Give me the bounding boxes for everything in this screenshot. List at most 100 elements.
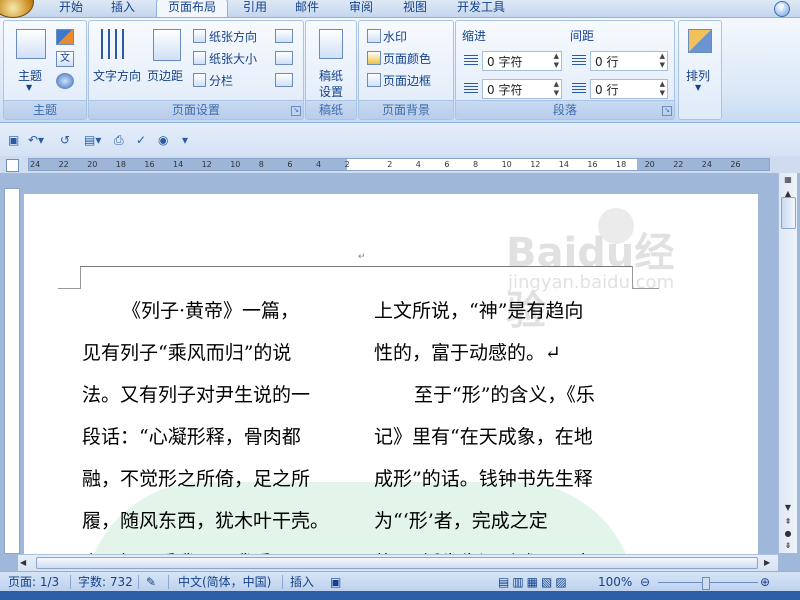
circle-icon[interactable]: ◉ (158, 133, 168, 147)
group-paragraph: 缩进 间距 0 字符 ▲ ▼ 0 字符 ▲ ▼ 0 行 ▲ ▼ 0 行 ▲ ▼ 段落 ↘ (455, 20, 675, 120)
manuscript-button-line1[interactable]: 稿纸 (319, 67, 343, 84)
group-manuscript: 稿纸 设置 稿纸 (305, 20, 357, 120)
arrange-icon[interactable] (688, 29, 712, 53)
repeat-icon[interactable]: ↺ (60, 133, 70, 147)
document-page[interactable]: ↵ Baidu经验 jingyan.baidu.com 《列子·黄帝》一篇， 见有… (24, 194, 758, 554)
scroll-down-icon[interactable]: ▼ (780, 503, 796, 512)
spelling-icon[interactable]: ✓ (136, 133, 146, 147)
text-direction-icon[interactable] (101, 29, 129, 59)
themes-button[interactable]: 主题 (18, 67, 42, 84)
manuscript-button-line2[interactable]: 设置 (319, 83, 343, 100)
hyphenation-icon[interactable] (275, 73, 293, 87)
spacing-after-value: 0 行 (595, 83, 619, 97)
watermark-icon[interactable] (367, 29, 381, 43)
theme-fonts-icon[interactable]: 文 (56, 51, 74, 67)
orientation-button[interactable]: 纸张方向 (209, 28, 257, 45)
text-direction-button[interactable]: 文字方向 (93, 67, 141, 84)
page-color-icon[interactable] (367, 51, 381, 65)
line-numbers-icon[interactable] (275, 51, 293, 65)
view-buttons[interactable]: ▤▥▦▧▨ (498, 574, 570, 590)
spacing-after-input[interactable]: 0 行 ▲ ▼ (590, 79, 668, 99)
indent-label: 缩进 (462, 29, 487, 43)
customize-toolbar-icon[interactable]: ▾ (182, 133, 188, 147)
page-borders-button[interactable]: 页面边框 (383, 72, 431, 89)
scroll-left-icon[interactable]: ◀ (20, 558, 26, 567)
scroll-right-icon[interactable]: ▶ (764, 558, 770, 567)
margins-icon[interactable] (153, 29, 181, 61)
header-paragraph-mark: ↵ (358, 252, 366, 262)
indent-left-input[interactable]: 0 字符 ▲ ▼ (482, 51, 562, 71)
watermark-button[interactable]: 水印 (383, 28, 407, 45)
spinner-icon[interactable]: ▲ ▼ (554, 80, 559, 98)
columns-button[interactable]: 分栏 (209, 72, 233, 89)
tab-insert[interactable]: 插入 (100, 0, 146, 17)
margins-button[interactable]: 页边距 (147, 67, 183, 84)
tab-selector-icon[interactable] (6, 159, 19, 172)
vertical-scrollbar[interactable]: ▦ ▲ ▼ ⇞ ● ⇟ (778, 173, 797, 553)
columns-icon[interactable] (193, 73, 206, 87)
office-button[interactable] (0, 0, 34, 18)
tab-references[interactable]: 引用 (232, 0, 278, 17)
ruler-number: 2 (344, 160, 350, 169)
ruler-number: 4 (316, 160, 322, 169)
proofing-icon[interactable]: ✎ (146, 574, 156, 590)
help-icon[interactable]: ? (774, 1, 790, 17)
tab-view[interactable]: 视图 (392, 0, 438, 17)
zoom-out-icon[interactable]: ⊖ (640, 574, 650, 590)
zoom-level[interactable]: 100% (598, 574, 632, 590)
manuscript-icon[interactable] (319, 29, 343, 59)
status-insert-mode[interactable]: 插入 (290, 574, 314, 590)
save-icon[interactable]: ▣ (8, 133, 19, 147)
header-corner-left (58, 266, 81, 289)
paragraph-launcher-icon[interactable]: ↘ (662, 106, 672, 116)
orientation-icon[interactable] (193, 29, 206, 43)
horizontal-scrollbar[interactable]: ◀ ▶ (18, 554, 778, 571)
tab-developer[interactable]: 开发工具 (446, 0, 516, 17)
undo-icon[interactable]: ↶▾ (28, 133, 44, 147)
spinner-icon[interactable]: ▲ ▼ (660, 52, 665, 70)
ruler-toggle-icon[interactable]: ▦ (780, 175, 796, 184)
horizontal-ruler[interactable]: 24 22 20 18 16 14 12 10 8 6 4 2 2 4 6 8 10 12 14 16 18 20 22 24… (0, 156, 800, 173)
ruler-number: 6 (287, 160, 293, 169)
indent-right-input[interactable]: 0 字符 ▲ ▼ (482, 79, 562, 99)
spacing-before-value: 0 行 (595, 55, 619, 69)
paper-size-button[interactable]: 纸张大小 (209, 50, 257, 67)
spacing-before-input[interactable]: 0 行 ▲ ▼ (590, 51, 668, 71)
tab-review[interactable]: 审阅 (338, 0, 384, 17)
watermark-logo: Baidu经验 jingyan.baidu.com (506, 206, 706, 334)
zoom-in-icon[interactable]: ⊕ (760, 574, 770, 590)
scroll-thumb[interactable] (781, 197, 796, 229)
ruler-number: 10 (230, 160, 241, 169)
vertical-ruler[interactable] (4, 188, 20, 554)
next-page-icon[interactable]: ⇟ (780, 541, 796, 550)
tab-page-layout[interactable]: 页面布局 (156, 0, 228, 17)
tab-home[interactable]: 开始 (48, 0, 94, 17)
page-borders-icon[interactable] (367, 73, 381, 87)
status-word-count[interactable]: 字数: 732 (78, 574, 133, 590)
spinner-icon[interactable]: ▲ ▼ (554, 52, 559, 70)
themes-icon[interactable] (16, 29, 46, 59)
print-preview-icon[interactable]: ⎙ (114, 133, 124, 147)
theme-effects-icon[interactable] (56, 73, 74, 89)
text-line: 上文所说，“神”是有趋向 (374, 300, 584, 322)
previous-page-icon[interactable]: ⇞ (780, 517, 796, 526)
text-line: 法。又有列子对尹生说的一 (82, 384, 311, 406)
page-setup-launcher-icon[interactable]: ↘ (291, 106, 301, 116)
horizontal-scroll-thumb[interactable] (36, 557, 758, 569)
new-document-icon[interactable]: ▤▾ (84, 133, 101, 147)
page-color-button[interactable]: 页面颜色 (383, 50, 431, 67)
arrange-button[interactable]: 排列 (686, 67, 710, 84)
status-separator (282, 575, 283, 589)
theme-colors-icon[interactable] (56, 29, 74, 45)
spinner-icon[interactable]: ▲ ▼ (660, 80, 665, 98)
status-page[interactable]: 页面: 1/3 (8, 574, 59, 590)
text-line: 段话：“心凝形释，骨肉都 (82, 426, 301, 448)
browse-object-icon[interactable]: ● (780, 529, 796, 538)
macro-record-icon[interactable]: ▣ (330, 574, 341, 590)
zoom-slider-handle[interactable] (702, 577, 710, 590)
ruler-number: 26 (730, 160, 741, 169)
paper-size-icon[interactable] (193, 51, 206, 65)
tab-mailings[interactable]: 邮件 (284, 0, 330, 17)
status-language[interactable]: 中文(简体，中国) (178, 574, 271, 590)
breaks-icon[interactable] (275, 29, 293, 43)
